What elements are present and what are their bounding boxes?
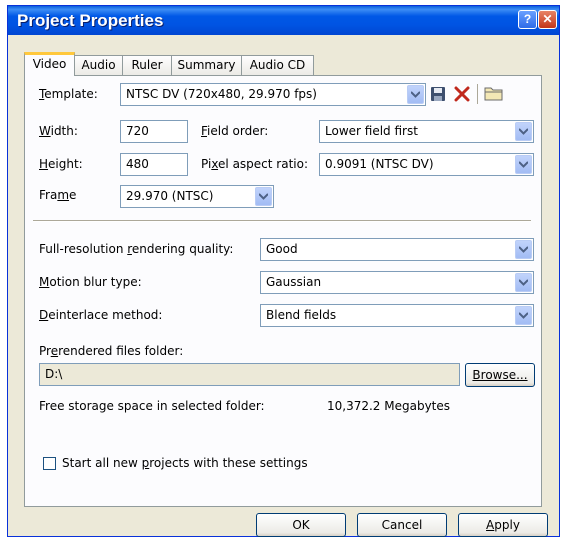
field-order-value: Lower field first [325,124,418,138]
title-bar[interactable]: Project Properties ? ✕ [8,6,559,35]
dialog-title: Project Properties [17,11,164,30]
close-button[interactable]: ✕ [538,10,557,29]
prerender-folder-label: Prerendered files folder: [39,344,184,358]
help-button[interactable]: ? [518,10,537,29]
template-label-text: emplate: [44,87,98,101]
frame-value: 29.970 (NTSC) [126,189,214,203]
width-input[interactable]: 720 [120,120,188,143]
tab-video[interactable]: Video [24,52,75,76]
folder-icon[interactable] [484,85,504,102]
motion-blur-value: Gaussian [266,275,322,289]
deinterlace-value: Blend fields [266,308,337,322]
browse-button-label: Browse... [472,368,528,382]
browse-button[interactable]: Browse... [465,363,535,387]
tab-ruler[interactable]: Ruler [122,55,172,75]
default-settings-checkbox[interactable] [43,457,56,470]
motion-blur-dropdown[interactable]: Gaussian [260,271,534,294]
template-label: Template: [39,87,98,101]
pixel-aspect-label: Pixel aspect ratio: [201,157,309,171]
free-space-label: Free storage space in selected folder: [39,399,265,413]
deinterlace-label: Deinterlace method: [39,308,163,322]
default-settings-label: Start all new projects with these settin… [62,456,308,470]
height-input[interactable]: 480 [120,153,188,176]
toolbar-separator [477,84,478,104]
field-order-dropdown[interactable]: Lower field first [319,120,534,143]
render-quality-dropdown[interactable]: Good [260,238,534,261]
tab-audio[interactable]: Audio [74,55,123,75]
chevron-down-icon [515,155,532,174]
chevron-down-icon [407,85,424,104]
save-icon[interactable] [430,86,446,102]
width-label: Width: [39,124,78,138]
section-divider [33,220,531,222]
chevron-down-icon [255,187,272,206]
cancel-button[interactable]: Cancel [357,513,447,537]
frame-dropdown[interactable]: 29.970 (NTSC) [120,185,274,208]
tab-strip: Video Audio Ruler Summary Audio CD [11,35,556,76]
ok-button[interactable]: OK [256,513,346,537]
chevron-down-icon [515,273,532,292]
tab-summary[interactable]: Summary [171,55,242,75]
template-value: NTSC DV (720x480, 29.970 fps) [126,87,317,101]
chevron-down-icon [515,240,532,259]
video-tab-panel: Template: NTSC DV (720x480, 29.970 fps) … [24,75,542,507]
dialog-client: Video Audio Ruler Summary Audio CD Templ… [11,35,556,537]
deinterlace-dropdown[interactable]: Blend fields [260,304,534,327]
pixel-aspect-dropdown[interactable]: 0.9091 (NTSC DV) [319,153,534,176]
height-label: Height: [39,157,83,171]
project-properties-dialog: Project Properties ? ✕ Video Audio Ruler… [7,5,560,537]
frame-label: Frame [39,188,77,202]
motion-blur-label: Motion blur type: [39,275,142,289]
free-space-value: 10,372.2 Megabytes [327,399,451,413]
delete-icon[interactable] [454,86,470,102]
chevron-down-icon [515,122,532,141]
chevron-down-icon [515,306,532,325]
template-dropdown[interactable]: NTSC DV (720x480, 29.970 fps) [120,83,426,106]
render-quality-value: Good [266,242,298,256]
tab-audio-cd[interactable]: Audio CD [241,55,314,75]
pixel-aspect-value: 0.9091 (NTSC DV) [325,157,434,171]
field-order-label: Field order: [201,124,269,138]
prerender-path-field[interactable]: D:\ [39,363,460,386]
render-quality-label: Full-resolution rendering quality: [39,242,234,256]
apply-button[interactable]: Apply [458,513,548,537]
